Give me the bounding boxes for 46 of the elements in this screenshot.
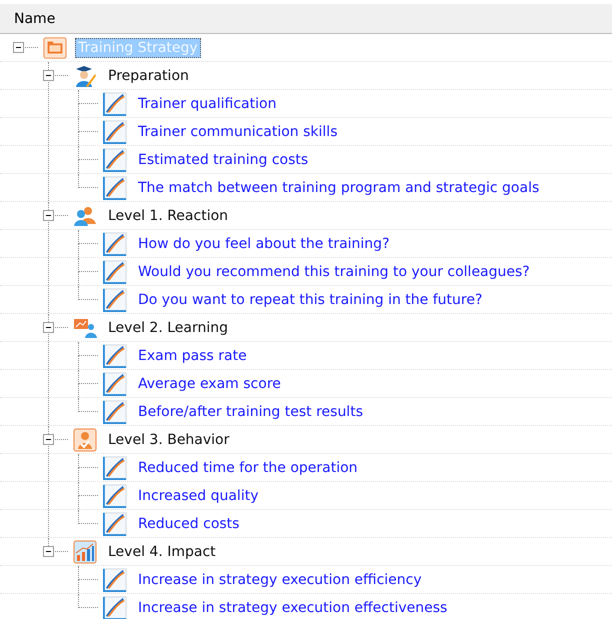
line-chart-icon bbox=[103, 344, 127, 368]
graduate-icon bbox=[73, 64, 97, 88]
line-chart-icon bbox=[103, 484, 127, 508]
tree-item[interactable]: Average exam score bbox=[135, 374, 284, 394]
line-chart-icon bbox=[103, 596, 127, 619]
line-chart-icon bbox=[103, 400, 127, 424]
line-chart-icon bbox=[103, 288, 127, 312]
tree-item[interactable]: Trainer communication skills bbox=[135, 122, 340, 142]
line-chart-icon bbox=[103, 512, 127, 536]
line-chart-icon bbox=[103, 232, 127, 256]
tree-item[interactable]: Reduced costs bbox=[135, 514, 242, 534]
collapse-toggle[interactable] bbox=[43, 546, 54, 557]
tree-item[interactable]: How do you feel about the training? bbox=[135, 234, 393, 254]
tree-item[interactable]: Increase in strategy execution effectiveness bbox=[135, 598, 450, 618]
line-chart-icon bbox=[103, 120, 127, 144]
tree-item[interactable]: Reduced time for the operation bbox=[135, 458, 361, 478]
collapse-toggle[interactable] bbox=[43, 210, 54, 221]
bar-chart-icon bbox=[73, 540, 97, 564]
tree-item[interactable]: Would you recommend this training to your colleagues? bbox=[135, 262, 533, 282]
tree-item[interactable]: Exam pass rate bbox=[135, 346, 250, 366]
person-check-icon bbox=[73, 428, 97, 452]
tree-item[interactable]: Before/after training test results bbox=[135, 402, 366, 422]
collapse-toggle[interactable] bbox=[43, 434, 54, 445]
line-chart-icon bbox=[103, 148, 127, 172]
collapse-toggle[interactable] bbox=[43, 322, 54, 333]
line-chart-icon bbox=[103, 372, 127, 396]
line-chart-icon bbox=[103, 176, 127, 200]
tree-item[interactable]: Level 2. Learning bbox=[105, 318, 231, 338]
tree-item[interactable]: The match between training program and strategic goals bbox=[135, 178, 542, 198]
tree-item[interactable]: Level 4. Impact bbox=[105, 542, 219, 562]
line-chart-icon bbox=[103, 568, 127, 592]
tree-item[interactable]: Estimated training costs bbox=[135, 150, 312, 170]
line-chart-icon bbox=[103, 260, 127, 284]
folder-icon bbox=[43, 36, 67, 60]
tree-item[interactable]: Level 1. Reaction bbox=[105, 206, 232, 226]
tree-item[interactable]: Increased quality bbox=[135, 486, 262, 506]
tree-item[interactable]: Increase in strategy execution efficiency bbox=[135, 570, 425, 590]
tree-item[interactable]: Preparation bbox=[105, 66, 192, 86]
column-header[interactable]: Name bbox=[0, 4, 612, 34]
collapse-toggle[interactable] bbox=[43, 70, 54, 81]
tree-item[interactable]: Trainer qualification bbox=[135, 94, 280, 114]
line-chart-icon bbox=[103, 92, 127, 116]
collapse-toggle[interactable] bbox=[13, 42, 24, 53]
tree-item[interactable]: Do you want to repeat this training in the future? bbox=[135, 290, 486, 310]
line-chart-icon bbox=[103, 456, 127, 480]
tree-item[interactable]: Level 3. Behavior bbox=[105, 430, 232, 450]
